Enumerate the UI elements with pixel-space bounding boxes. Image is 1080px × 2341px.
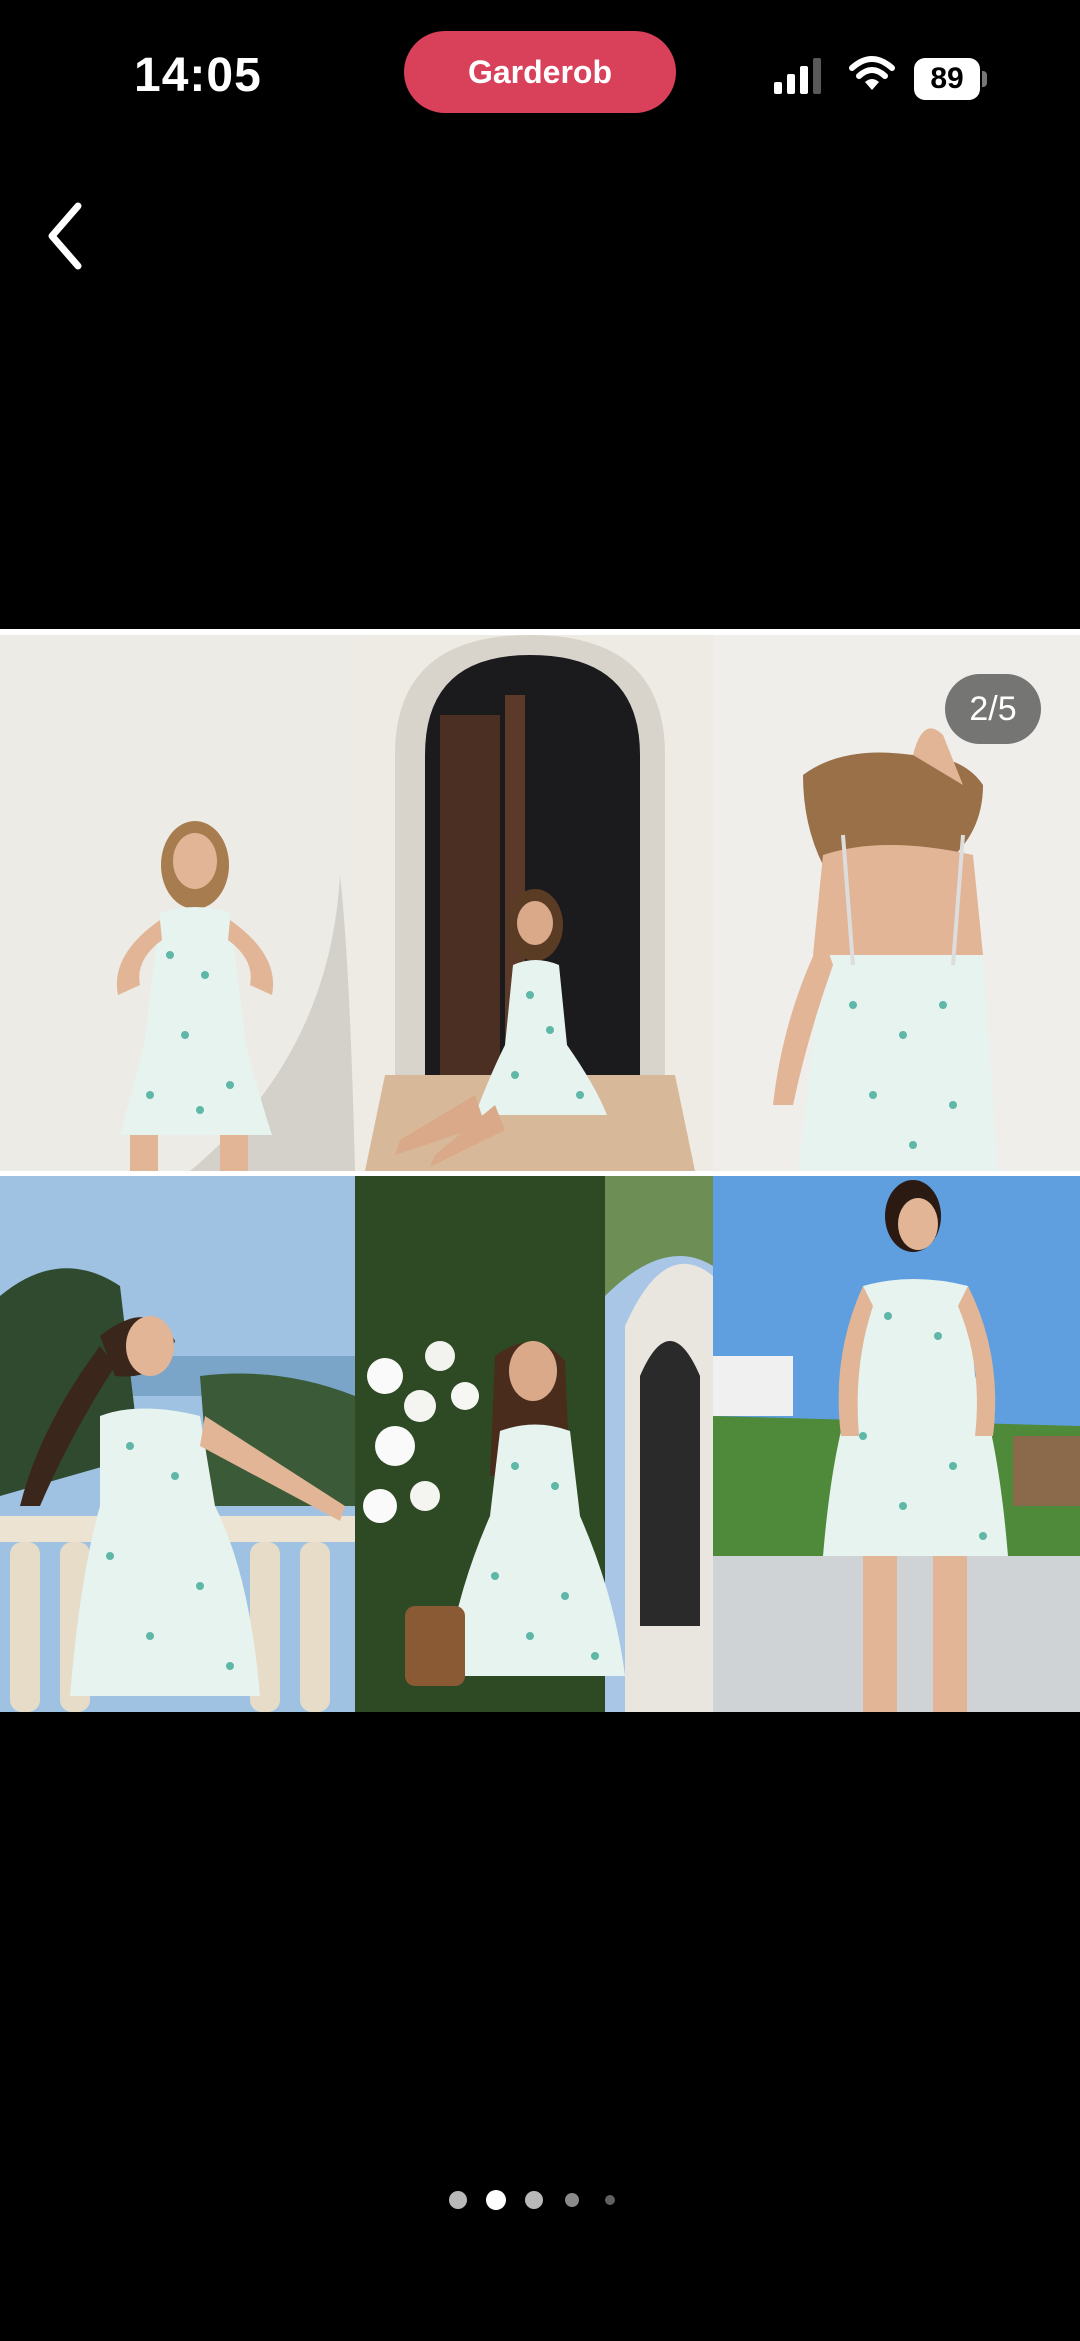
page-counter-text: 2/5: [969, 689, 1017, 728]
gallery-photo-1[interactable]: [0, 635, 355, 1171]
gallery-photo-5[interactable]: [355, 1176, 713, 1712]
battery-level: 89: [914, 58, 980, 100]
cellular-signal-icon: [774, 56, 826, 96]
page-counter-badge: 2/5: [945, 674, 1041, 744]
status-time: 14:05: [134, 49, 262, 102]
gallery-photo-2[interactable]: [355, 635, 713, 1171]
pagination-dot-4[interactable]: [565, 2193, 579, 2207]
battery-nub: [982, 71, 987, 87]
pagination-dot-2[interactable]: [486, 2190, 506, 2210]
app-pill-label: Garderob: [467, 53, 613, 90]
gallery-photo-4[interactable]: [0, 1176, 355, 1712]
back-button[interactable]: [38, 198, 94, 274]
gallery-photo-6[interactable]: [713, 1176, 1080, 1712]
app-indicator-pill[interactable]: Garderob: [404, 31, 676, 113]
pagination-dots[interactable]: [440, 2180, 640, 2220]
battery-icon: 89: [914, 58, 988, 100]
pagination-dot-1[interactable]: [449, 2191, 467, 2209]
pagination-dot-5[interactable]: [605, 2195, 615, 2205]
status-bar: 14:05 Garderob 89: [0, 0, 1080, 150]
wifi-icon: [848, 54, 896, 94]
pagination-dot-3[interactable]: [525, 2191, 543, 2209]
chevron-left-icon: [48, 202, 82, 270]
photo-collage[interactable]: [0, 629, 1080, 1712]
